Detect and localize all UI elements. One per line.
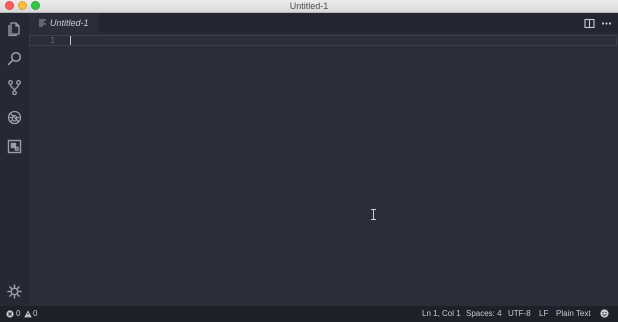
language-mode[interactable]: Plain Text <box>556 306 591 322</box>
split-editor-icon[interactable] <box>584 18 595 29</box>
warning-icon[interactable] <box>24 310 32 318</box>
plain-text-file-icon <box>39 19 46 27</box>
encoding-setting[interactable]: UTF-8 <box>508 306 531 322</box>
debug-icon[interactable] <box>6 109 23 126</box>
editor-area[interactable]: 1 <box>29 33 618 306</box>
title-bar: Untitled-1 <box>0 0 618 13</box>
source-control-icon[interactable] <box>6 79 23 96</box>
text-cursor <box>70 36 71 45</box>
error-count[interactable]: 0 <box>16 306 20 322</box>
app-window: Untitled-1 Untitled-1 1 0 0 Ln 1, Col 1 … <box>0 0 618 322</box>
eol-setting[interactable]: LF <box>539 306 548 322</box>
tab-bar: Untitled-1 <box>29 13 618 33</box>
more-actions-icon[interactable] <box>601 18 612 29</box>
current-line-highlight <box>29 35 617 46</box>
extensions-icon[interactable] <box>6 138 23 155</box>
cursor-position[interactable]: Ln 1, Col 1 <box>422 306 461 322</box>
ibeam-cursor-icon <box>371 209 376 220</box>
window-title: Untitled-1 <box>289 1 329 11</box>
indentation-setting[interactable]: Spaces: 4 <box>466 306 502 322</box>
warning-count[interactable]: 0 <box>33 306 37 322</box>
search-icon[interactable] <box>6 50 23 67</box>
gear-icon[interactable] <box>6 283 23 300</box>
line-number: 1 <box>50 36 55 45</box>
tab-label: Untitled-1 <box>50 18 89 28</box>
tab-untitled-1[interactable]: Untitled-1 <box>29 13 99 33</box>
error-icon[interactable] <box>6 310 14 318</box>
status-bar: 0 0 Ln 1, Col 1 Spaces: 4 UTF-8 LF Plain… <box>0 306 618 322</box>
smiley-icon[interactable] <box>600 309 609 318</box>
activity-bar <box>0 13 29 306</box>
explorer-icon[interactable] <box>6 20 23 37</box>
